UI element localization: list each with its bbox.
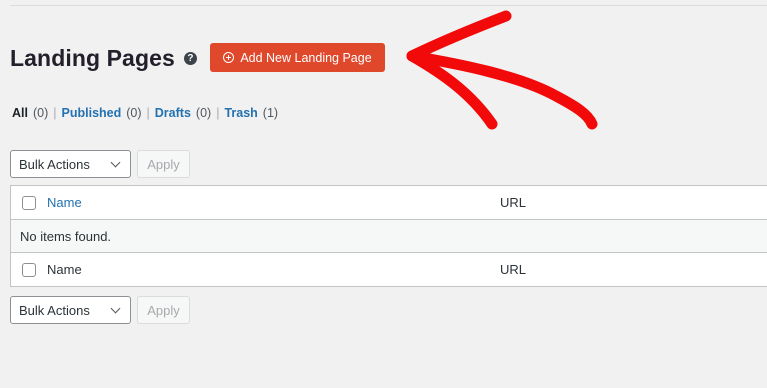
filter-separator: | [53, 106, 57, 120]
column-header-url: URL [500, 195, 527, 210]
bulk-actions-select-bottom[interactable]: Bulk Actions [10, 296, 131, 324]
table-row: No items found. [11, 220, 767, 253]
filter-separator: | [216, 106, 220, 120]
table-footer-row: Name URL [11, 253, 767, 286]
bulk-actions-value: Bulk Actions [19, 302, 90, 318]
empty-message: No items found. [20, 228, 112, 244]
landing-pages-table: Name URL No items found. Name URL [10, 185, 767, 287]
chevron-down-icon [110, 303, 121, 313]
chevron-down-icon [110, 157, 121, 167]
select-all-checkbox[interactable] [22, 195, 36, 210]
table-header-row: Name URL [11, 186, 767, 220]
add-new-landing-page-button[interactable]: Add New Landing Page [210, 43, 385, 72]
help-icon[interactable]: ? [183, 51, 197, 65]
filter-separator: | [146, 106, 150, 120]
select-all-checkbox-footer[interactable] [22, 262, 36, 277]
page-title: Landing Pages [10, 44, 175, 71]
filter-drafts-count: (0) [195, 106, 212, 120]
filter-all-count: (0) [32, 106, 49, 120]
status-filter-links: All (0) | Published (0) | Drafts (0) | T… [12, 106, 278, 120]
apply-button-bottom[interactable]: Apply [137, 296, 190, 324]
filter-trash-count: (1) [262, 106, 279, 120]
tablenav-bottom: Bulk Actions Apply [10, 296, 190, 324]
top-divider [10, 5, 767, 6]
page-header: Landing Pages ? [10, 42, 197, 74]
column-footer-name: Name [47, 262, 82, 277]
filter-published-link[interactable]: Published [62, 106, 122, 120]
filter-trash-link[interactable]: Trash [224, 106, 257, 120]
bulk-actions-value: Bulk Actions [19, 156, 90, 172]
add-button-label: Add New Landing Page [240, 50, 372, 65]
bulk-actions-select-top[interactable]: Bulk Actions [10, 150, 131, 178]
filter-published-count: (0) [126, 106, 142, 120]
tablenav-top: Bulk Actions Apply [10, 150, 190, 178]
column-footer-url: URL [500, 262, 527, 277]
column-header-name[interactable]: Name [47, 195, 82, 210]
plus-circle-icon [223, 52, 235, 63]
filter-all-link[interactable]: All [12, 106, 28, 120]
apply-button-top[interactable]: Apply [137, 150, 190, 178]
filter-drafts-link[interactable]: Drafts [155, 106, 191, 120]
